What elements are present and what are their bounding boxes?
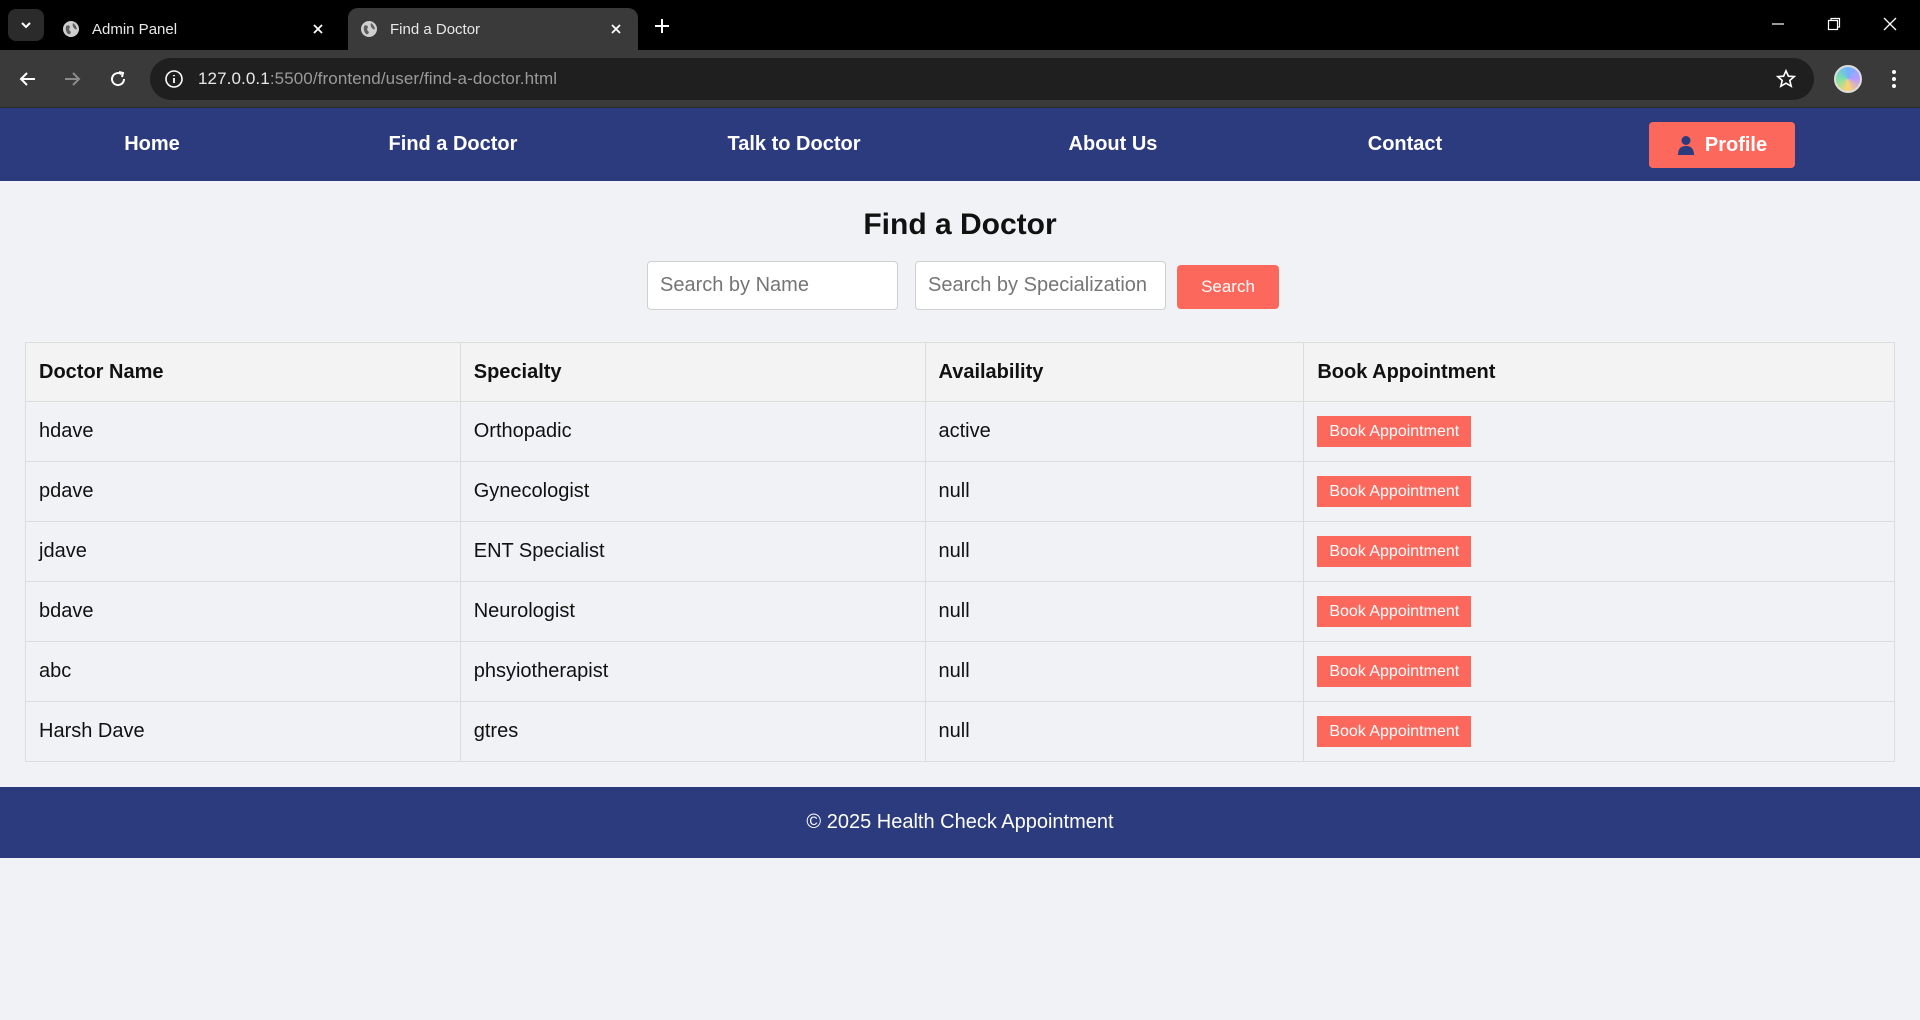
search-by-name-input[interactable] — [647, 261, 898, 310]
globe-icon — [361, 21, 377, 37]
column-header: Specialty — [459, 342, 926, 402]
more-vertical-icon — [1892, 70, 1896, 88]
nav-find-a-doctor[interactable]: Find a Doctor — [373, 108, 533, 181]
table-row: bdave Neurologist null Book Appointment — [25, 581, 1895, 642]
globe-icon — [63, 21, 79, 37]
nav-home[interactable]: Home — [92, 108, 212, 181]
browser-tab-admin-panel[interactable]: Admin Panel — [50, 8, 340, 50]
specialty-cell: Orthopadic — [459, 401, 926, 462]
browser-tabstrip: Admin Panel Find a Doctor — [0, 0, 1920, 50]
new-tab-button[interactable] — [650, 14, 674, 38]
browser-menu-button[interactable] — [1880, 65, 1908, 93]
book-cell: Book Appointment — [1303, 701, 1895, 762]
user-icon — [1677, 136, 1694, 155]
minimize-button[interactable] — [1764, 12, 1792, 36]
specialty-cell: phsyiotherapist — [459, 641, 926, 702]
column-header: Book Appointment — [1303, 342, 1895, 402]
specialty-cell: Gynecologist — [459, 461, 926, 522]
table-row: pdave Gynecologist null Book Appointment — [25, 461, 1895, 522]
availability-cell: null — [924, 581, 1305, 642]
doctor-name-cell: bdave — [25, 581, 461, 642]
reload-icon — [111, 71, 126, 87]
site-footer: © 2025 Health Check Appointment — [0, 787, 1920, 858]
specialty-cell: Neurologist — [459, 581, 926, 642]
nav-about-us[interactable]: About Us — [1048, 108, 1178, 181]
search-button[interactable]: Search — [1177, 265, 1279, 309]
back-button[interactable] — [14, 65, 42, 93]
profile-button[interactable]: Profile — [1649, 122, 1795, 168]
doctor-name-cell: Harsh Dave — [25, 701, 461, 762]
tab-search-button[interactable] — [8, 9, 44, 41]
tab-title: Find a Doctor — [390, 20, 481, 38]
column-header: Doctor Name — [25, 342, 461, 402]
browser-tab-find-a-doctor[interactable]: Find a Doctor — [348, 8, 638, 50]
table-row: Harsh Dave gtres null Book Appointment — [25, 701, 1895, 762]
nav-contact[interactable]: Contact — [1346, 108, 1464, 181]
close-window-button[interactable] — [1876, 12, 1904, 36]
book-cell: Book Appointment — [1303, 401, 1895, 462]
close-icon — [1883, 17, 1897, 31]
chevron-down-icon — [21, 22, 31, 29]
url-host: 127.0.0.1 — [198, 69, 270, 88]
availability-cell: active — [924, 401, 1305, 462]
search-by-specialization-input[interactable] — [915, 261, 1166, 310]
plus-icon — [655, 19, 669, 33]
site-navbar: Home Find a Doctor Talk to Doctor About … — [0, 108, 1920, 181]
book-appointment-button[interactable]: Book Appointment — [1317, 596, 1472, 627]
doctors-table: Doctor Name Specialty Availability Book … — [25, 342, 1895, 762]
doctor-name-cell: jdave — [25, 521, 461, 582]
book-appointment-button[interactable]: Book Appointment — [1317, 716, 1472, 747]
doctor-name-cell: hdave — [25, 401, 461, 462]
close-icon[interactable] — [606, 19, 626, 39]
arrow-right-icon — [65, 72, 81, 86]
close-icon[interactable] — [308, 19, 328, 39]
arrow-left-icon — [19, 72, 35, 86]
availability-cell: null — [924, 461, 1305, 522]
book-cell: Book Appointment — [1303, 521, 1895, 582]
nav-talk-to-doctor[interactable]: Talk to Doctor — [709, 108, 879, 181]
browser-toolbar: 127.0.0.1:5500/frontend/user/find-a-doct… — [0, 50, 1920, 108]
table-row: hdave Orthopadic active Book Appointment — [25, 401, 1895, 462]
specialty-cell: gtres — [459, 701, 926, 762]
book-appointment-button[interactable]: Book Appointment — [1317, 416, 1472, 447]
tab-title: Admin Panel — [92, 20, 178, 38]
info-icon — [165, 70, 183, 88]
table-row: jdave ENT Specialist null Book Appointme… — [25, 521, 1895, 582]
restore-icon — [1827, 17, 1841, 31]
bookmark-star-icon[interactable] — [1776, 69, 1796, 89]
availability-cell: null — [924, 701, 1305, 762]
page-content: Home Find a Doctor Talk to Doctor About … — [0, 108, 1920, 1020]
specialty-cell: ENT Specialist — [459, 521, 926, 582]
profile-avatar[interactable] — [1834, 65, 1862, 93]
doctor-name-cell: pdave — [25, 461, 461, 522]
book-cell: Book Appointment — [1303, 581, 1895, 642]
profile-label: Profile — [1704, 133, 1768, 156]
reload-button[interactable] — [104, 65, 132, 93]
book-appointment-button[interactable]: Book Appointment — [1317, 656, 1472, 687]
book-appointment-button[interactable]: Book Appointment — [1317, 536, 1472, 567]
availability-cell: null — [924, 521, 1305, 582]
table-row: abc phsyiotherapist null Book Appointmen… — [25, 641, 1895, 702]
forward-button[interactable] — [58, 65, 86, 93]
url-path: :5500/frontend/user/find-a-doctor.html — [269, 69, 558, 88]
minimize-icon — [1772, 23, 1784, 25]
book-appointment-button[interactable]: Book Appointment — [1317, 476, 1472, 507]
address-bar[interactable]: 127.0.0.1:5500/frontend/user/find-a-doct… — [150, 58, 1814, 100]
table-header-row: Doctor Name Specialty Availability Book … — [25, 342, 1895, 402]
url-text: 127.0.0.1:5500/frontend/user/find-a-doct… — [198, 69, 557, 89]
book-cell: Book Appointment — [1303, 461, 1895, 522]
availability-cell: null — [924, 641, 1305, 702]
restore-button[interactable] — [1820, 12, 1848, 36]
doctor-name-cell: abc — [25, 641, 461, 702]
page-title: Find a Doctor — [863, 208, 1057, 241]
column-header: Availability — [924, 342, 1305, 402]
book-cell: Book Appointment — [1303, 641, 1895, 702]
